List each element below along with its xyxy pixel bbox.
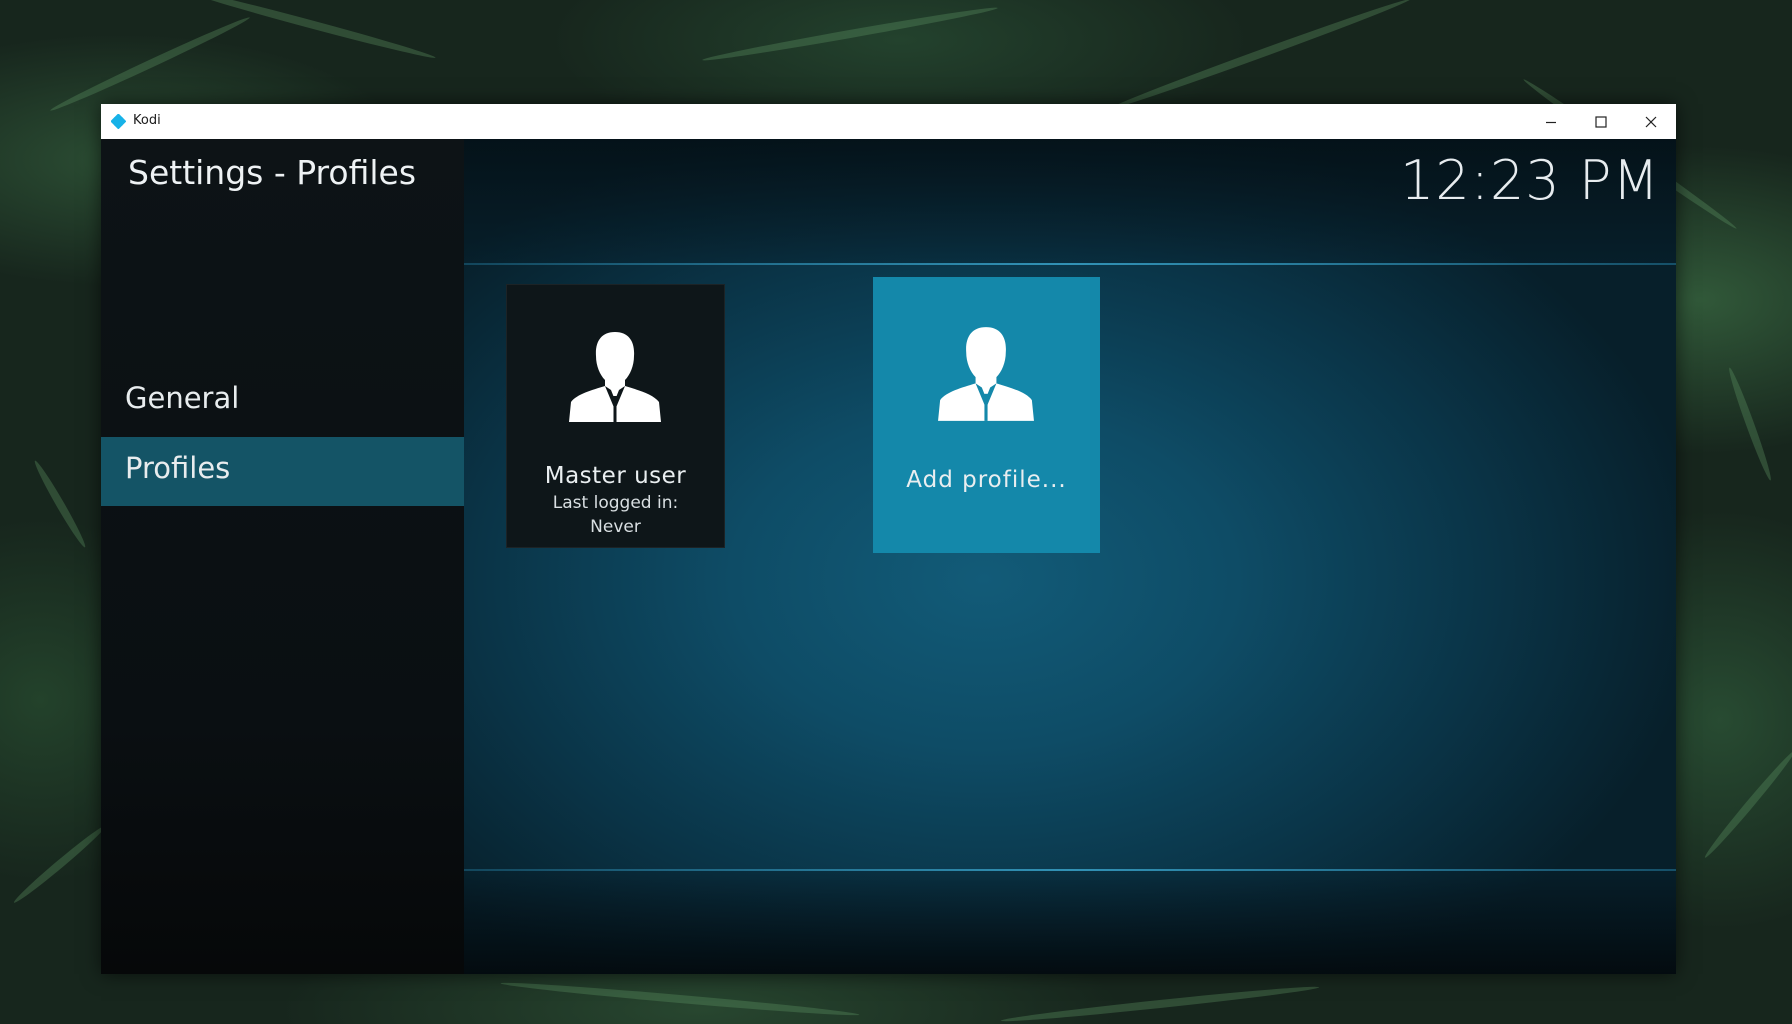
kodi-window: Kodi Settings - Profiles General Profile… — [101, 104, 1676, 974]
minimize-button[interactable] — [1526, 104, 1576, 139]
last-logged-label: Last logged in: — [552, 493, 679, 513]
footer-divider — [464, 869, 1676, 871]
footer-shade — [464, 869, 1676, 974]
close-icon — [1645, 116, 1657, 127]
title-bar[interactable]: Kodi — [101, 104, 1676, 139]
sidebar-item-label: Profiles — [125, 451, 231, 485]
header-divider — [464, 263, 1676, 265]
maximize-icon — [1595, 115, 1607, 128]
page-title: Settings - Profiles — [128, 153, 417, 192]
kodi-logo-icon — [111, 114, 126, 129]
clock: 12:23 PM — [1400, 149, 1660, 212]
user-icon — [938, 327, 1034, 421]
minimize-icon — [1546, 121, 1556, 123]
sidebar-item-profiles[interactable]: Profiles — [101, 437, 464, 506]
sidebar-item-general[interactable]: General — [101, 367, 464, 436]
window-title: Kodi — [133, 113, 161, 128]
sidebar-item-label: General — [125, 381, 240, 415]
maximize-button[interactable] — [1576, 104, 1626, 139]
profiles-panel: 12:23 PM Master user Last logged in: Nev… — [464, 139, 1676, 974]
settings-sidebar: Settings - Profiles General Profiles — [101, 139, 464, 974]
close-button[interactable] — [1626, 104, 1676, 139]
last-logged-value: Never — [590, 517, 641, 537]
app-content: Settings - Profiles General Profiles 12:… — [101, 139, 1676, 974]
profile-tile-master-user[interactable]: Master user Last logged in: Never — [506, 284, 725, 548]
add-profile-label: Add profile... — [906, 467, 1067, 493]
user-icon — [569, 332, 661, 422]
profile-name: Master user — [544, 463, 687, 489]
add-profile-button[interactable]: Add profile... — [873, 277, 1100, 553]
